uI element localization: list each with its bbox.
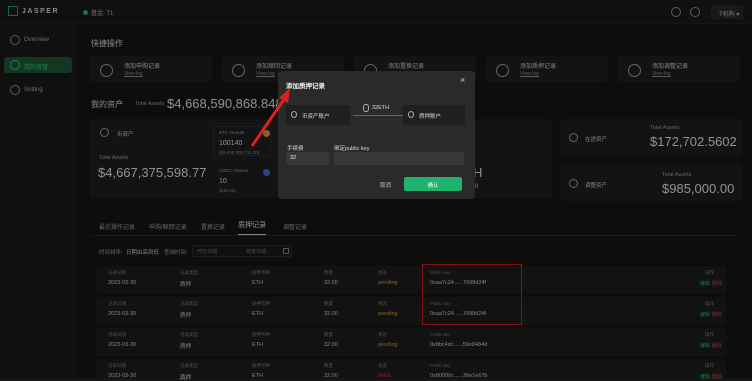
annotation-arrow [250,88,290,147]
arrow-head-icon [279,88,290,103]
arrow-shaft [250,97,287,147]
